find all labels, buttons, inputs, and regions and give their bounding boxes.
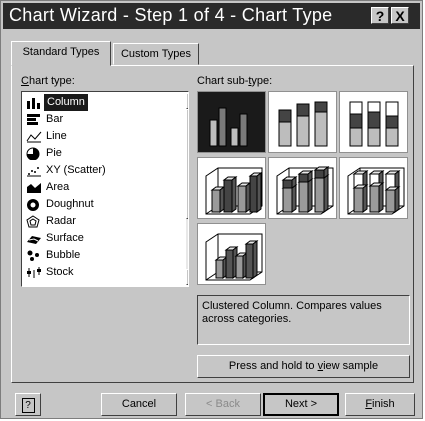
subtype-3d-clustered-column-icon — [205, 167, 263, 215]
subtype-3d-clustered-column[interactable] — [197, 157, 266, 219]
scroll-thumb[interactable] — [186, 109, 188, 219]
subtype-3d-column[interactable] — [197, 223, 266, 285]
scroll-down-icon[interactable]: ▼ — [186, 269, 188, 285]
subtype-description: Clustered Column. Compares values across… — [197, 295, 410, 345]
subtype-3d-100-stacked-column-icon — [347, 167, 405, 215]
close-icon[interactable]: X — [391, 7, 409, 24]
subtype-3d-100-stacked-column[interactable] — [339, 157, 408, 219]
doughnut-chart-icon — [26, 198, 42, 211]
list-item-stock[interactable]: Stock — [24, 264, 170, 281]
list-item-label: Surface — [46, 232, 84, 244]
scatter-chart-icon — [26, 164, 42, 177]
area-chart-icon — [26, 181, 42, 194]
list-item-label: Area — [46, 181, 70, 193]
list-item-label: Pie — [46, 147, 62, 159]
list-item-xy-scatter[interactable]: XY (Scatter) — [24, 162, 170, 179]
list-item-label: Bubble — [46, 249, 81, 261]
list-item-label: Column — [44, 94, 88, 111]
subtype-stacked-column[interactable] — [268, 91, 337, 153]
surface-chart-icon — [26, 232, 42, 245]
list-item-label: XY (Scatter) — [46, 164, 106, 176]
list-item-doughnut[interactable]: Doughnut — [24, 196, 170, 213]
stock-chart-icon — [26, 266, 42, 279]
subtype-100-stacked-column-icon — [349, 101, 399, 147]
title-bar: Chart Wizard - Step 1 of 4 - Chart Type … — [3, 3, 420, 29]
list-item-bar[interactable]: Bar — [24, 111, 170, 128]
list-item-column[interactable]: Column — [24, 94, 170, 111]
line-chart-icon — [26, 130, 42, 143]
chart-type-label: Chart type: — [21, 75, 75, 87]
window-title: Chart Wizard - Step 1 of 4 - Chart Type — [9, 5, 333, 25]
chart-subtype-label: Chart sub-type: — [197, 75, 273, 87]
chart-subtype-grid — [197, 91, 410, 287]
list-item-bubble[interactable]: Bubble — [24, 247, 170, 264]
view-sample-button[interactable]: Press and hold to view sample — [197, 355, 410, 378]
pie-chart-icon — [26, 147, 42, 161]
scroll-up-icon[interactable]: ▲ — [186, 93, 188, 109]
help-icon: ? — [21, 398, 35, 413]
list-item-surface[interactable]: Surface — [24, 230, 170, 247]
bar-chart-icon — [26, 113, 42, 126]
subtype-100-stacked-column[interactable] — [339, 91, 408, 153]
help-icon[interactable]: ? — [371, 7, 389, 24]
list-item-line[interactable]: Line — [24, 128, 170, 145]
list-item-label: Doughnut — [46, 198, 94, 210]
subtype-3d-stacked-column-icon — [276, 166, 334, 215]
list-item-label: Stock — [46, 266, 74, 278]
tab-custom-types[interactable]: Custom Types — [113, 43, 199, 65]
radar-chart-icon — [26, 215, 42, 228]
list-item-radar[interactable]: Radar — [24, 213, 170, 230]
list-item-label: Line — [46, 130, 67, 142]
help-button[interactable]: ? — [15, 393, 41, 416]
back-button[interactable]: < Back — [185, 393, 261, 416]
subtype-clustered-column[interactable] — [197, 91, 266, 153]
tab-standard-types[interactable]: Standard Types — [11, 41, 111, 66]
chart-type-listbox[interactable]: Column Bar Line Pie XY (Scatter) Area Doughnut… — [21, 91, 189, 287]
bubble-chart-icon — [26, 249, 42, 262]
list-item-pie[interactable]: Pie — [24, 145, 170, 162]
listbox-scrollbar[interactable]: ▲ ▼ — [186, 93, 188, 285]
cancel-button[interactable]: Cancel — [101, 393, 177, 416]
list-item-area[interactable]: Area — [24, 179, 170, 196]
chart-wizard-dialog: Chart Wizard - Step 1 of 4 - Chart Type … — [0, 0, 423, 419]
subtype-3d-column-icon — [205, 233, 263, 281]
subtype-stacked-column-icon — [278, 101, 328, 147]
finish-button[interactable]: Finish — [345, 393, 415, 416]
subtype-3d-stacked-column[interactable] — [268, 157, 337, 219]
subtype-clustered-column-icon — [201, 95, 262, 149]
column-chart-icon — [26, 96, 42, 109]
next-button[interactable]: Next > — [263, 393, 339, 416]
list-item-label: Radar — [46, 215, 76, 227]
list-item-label: Bar — [46, 113, 64, 125]
